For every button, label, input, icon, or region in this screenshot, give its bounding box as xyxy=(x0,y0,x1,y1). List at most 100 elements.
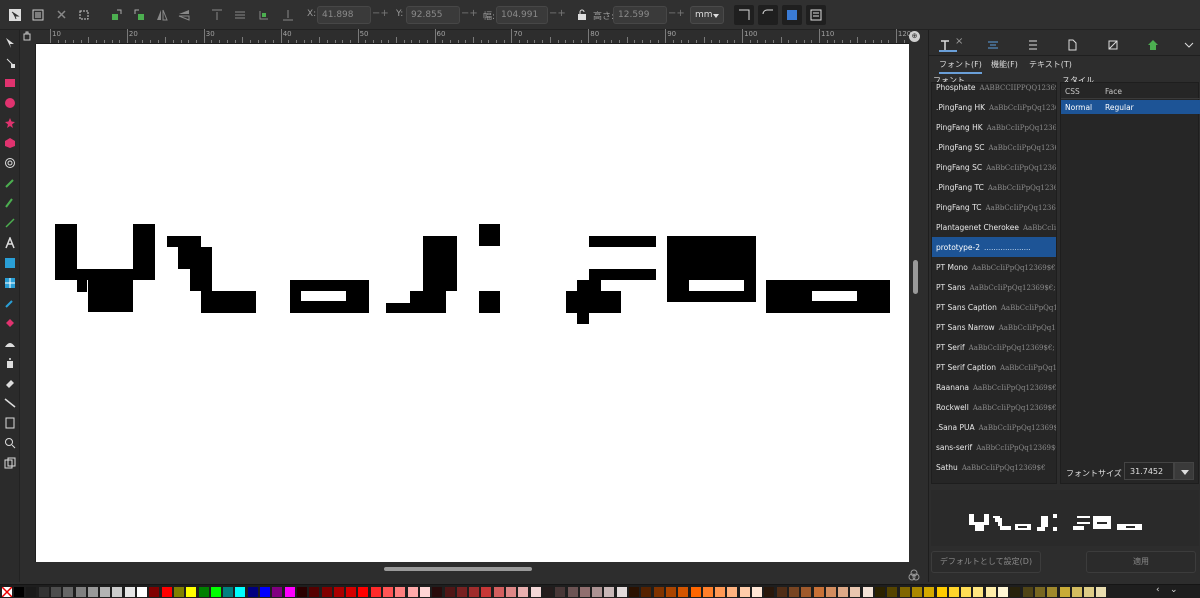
font-list-item[interactable]: PT Sans AaBbCcIiPpQq12369$€; xyxy=(932,277,1056,297)
width-field[interactable]: 104.991 xyxy=(496,6,548,24)
color-swatch[interactable] xyxy=(112,587,123,597)
color-swatch[interactable] xyxy=(616,587,627,597)
raise-to-top-icon[interactable] xyxy=(210,7,224,21)
font-list-item[interactable]: PT Sans NarrowAaBbCcIiPpQq12369$ xyxy=(932,317,1056,337)
color-swatch[interactable] xyxy=(444,587,455,597)
lock-ratio-icon[interactable] xyxy=(575,7,589,21)
color-swatch[interactable] xyxy=(481,587,492,597)
tab-features[interactable]: 機能(F) xyxy=(991,59,1018,70)
tab-font[interactable]: フォント(F) xyxy=(939,59,982,74)
color-swatch[interactable] xyxy=(936,587,947,597)
font-list-item[interactable]: Sathu AaBbCcIiPpQq12369$€ xyxy=(932,457,1056,477)
paint-bucket-tool-icon[interactable] xyxy=(4,314,16,327)
touch-select-icon[interactable] xyxy=(77,7,91,21)
canvas-options-icon[interactable] xyxy=(908,566,920,581)
style-table[interactable]: CSS Face Normal Regular xyxy=(1060,82,1200,484)
color-swatch[interactable] xyxy=(186,587,197,597)
horizontal-ruler[interactable]: 102030405060708090100110120130140 xyxy=(36,29,1065,44)
color-swatch[interactable] xyxy=(850,587,861,597)
color-swatch[interactable] xyxy=(456,587,467,597)
font-list-item[interactable]: Raanana AaBbCcIiPpQq12369$€; xyxy=(932,377,1056,397)
raise-icon[interactable] xyxy=(233,7,247,21)
color-swatch[interactable] xyxy=(309,587,320,597)
color-swatch[interactable] xyxy=(100,587,111,597)
text-tool-icon[interactable] xyxy=(4,234,16,249)
pencil-tool-icon[interactable] xyxy=(4,174,16,188)
color-swatch[interactable] xyxy=(899,587,910,597)
star-tool-icon[interactable] xyxy=(4,114,16,128)
color-swatch[interactable] xyxy=(1096,587,1107,597)
color-swatch[interactable] xyxy=(321,587,332,597)
color-swatch[interactable] xyxy=(260,587,270,597)
flip-vertical-icon[interactable] xyxy=(177,7,191,21)
rectangle-tool-icon[interactable] xyxy=(4,74,16,87)
color-swatch[interactable] xyxy=(493,587,504,597)
color-swatch[interactable] xyxy=(1022,587,1033,597)
color-swatch[interactable] xyxy=(14,587,24,597)
color-swatch[interactable] xyxy=(137,587,147,597)
font-list-item[interactable]: Rockwell AaBbCcIiPpQq12369$€ xyxy=(932,397,1056,417)
zoom-correction-icon[interactable]: ⊕ xyxy=(909,31,920,42)
color-swatch[interactable] xyxy=(432,587,443,597)
style-row[interactable]: Normal Regular xyxy=(1061,100,1200,114)
color-swatch[interactable] xyxy=(567,587,578,597)
color-swatch[interactable] xyxy=(161,587,172,597)
color-swatch[interactable] xyxy=(924,587,935,597)
color-swatch[interactable] xyxy=(813,587,824,597)
horizontal-scrollbar[interactable] xyxy=(36,563,909,573)
tab-text[interactable]: テキスト(T) xyxy=(1029,59,1072,70)
font-list-item[interactable]: PT Serif CaptionAaBbCcIiPpQq12369 xyxy=(932,357,1056,377)
color-swatch[interactable] xyxy=(223,587,234,597)
color-swatch[interactable] xyxy=(1047,587,1058,597)
color-swatch[interactable] xyxy=(38,587,49,597)
palette-menu-icon[interactable]: ⌄ xyxy=(1170,585,1178,595)
color-swatch[interactable] xyxy=(739,587,750,597)
3d-box-tool-icon[interactable] xyxy=(4,134,16,148)
color-swatch[interactable] xyxy=(825,587,836,597)
lower-icon[interactable] xyxy=(257,7,271,21)
color-swatch[interactable] xyxy=(296,587,307,597)
color-swatch[interactable] xyxy=(1059,587,1070,597)
color-swatch[interactable] xyxy=(469,587,480,597)
color-swatch[interactable] xyxy=(911,587,922,597)
color-swatch[interactable] xyxy=(604,587,615,597)
mesh-tool-icon[interactable] xyxy=(4,274,16,288)
font-list-item[interactable]: .Sana PUA AaBbCcIiPpQq12369$€ xyxy=(932,417,1056,437)
horizontal-scroll-thumb[interactable] xyxy=(384,567,532,571)
color-swatch[interactable] xyxy=(210,587,221,597)
color-swatch[interactable] xyxy=(973,587,984,597)
color-swatch[interactable] xyxy=(235,587,246,597)
transform-pattern-icon[interactable] xyxy=(806,5,826,25)
color-swatch[interactable] xyxy=(75,587,86,597)
color-swatch[interactable] xyxy=(272,587,283,597)
color-swatch[interactable] xyxy=(702,587,713,597)
height-field[interactable]: 12.599 xyxy=(613,6,667,24)
color-swatch[interactable] xyxy=(948,587,959,597)
calligraphy-tool-icon[interactable] xyxy=(4,214,16,228)
color-swatch[interactable] xyxy=(1071,587,1082,597)
font-size-dropdown[interactable] xyxy=(1174,462,1194,480)
height-stepper[interactable]: −+ xyxy=(668,8,685,19)
flip-horizontal-icon[interactable] xyxy=(155,7,169,21)
unit-select[interactable]: mm xyxy=(690,6,724,24)
font-list-item[interactable]: PT Serif AaBbCcIiPpQq12369$€; xyxy=(932,337,1056,357)
align-tab-icon[interactable] xyxy=(987,36,1005,52)
font-list-item[interactable]: .PingFang HKAaBbCcIiPpQq12369$€ xyxy=(932,97,1056,117)
color-swatch[interactable] xyxy=(579,587,590,597)
pen-tool-icon[interactable] xyxy=(4,194,16,208)
page-tool-icon[interactable] xyxy=(4,414,16,429)
x-field[interactable]: 41.898 xyxy=(317,6,371,24)
zoom-tool-icon[interactable] xyxy=(4,434,16,449)
rotate-ccw-icon[interactable] xyxy=(110,7,124,21)
color-swatch[interactable] xyxy=(715,587,726,597)
color-swatch[interactable] xyxy=(124,587,135,597)
select-all-icon[interactable] xyxy=(8,7,22,21)
color-swatch[interactable] xyxy=(629,587,639,597)
font-size-input[interactable]: 31.7452 xyxy=(1124,462,1174,480)
vertical-ruler[interactable] xyxy=(20,44,36,562)
transform-gradient-icon[interactable] xyxy=(782,5,802,25)
color-swatch[interactable] xyxy=(50,587,61,597)
glyph-artwork[interactable] xyxy=(36,44,909,562)
dropper-tool-icon[interactable] xyxy=(4,294,16,308)
color-swatch[interactable] xyxy=(149,587,160,597)
